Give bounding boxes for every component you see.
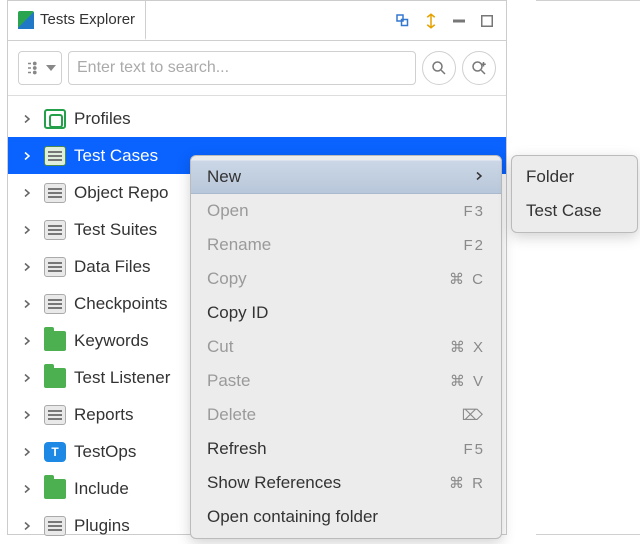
menu-label: Refresh bbox=[207, 439, 267, 459]
chevron-right-icon bbox=[18, 483, 36, 495]
tab-actions bbox=[392, 1, 506, 40]
folder-icon bbox=[44, 331, 66, 351]
menu-item-copy-id[interactable]: Copy ID bbox=[191, 296, 501, 330]
tree-label: Test Suites bbox=[74, 220, 157, 240]
chevron-right-icon bbox=[18, 187, 36, 199]
chevron-right-icon bbox=[18, 224, 36, 236]
tree-label: Reports bbox=[74, 405, 134, 425]
chevron-right-icon bbox=[18, 446, 36, 458]
menu-label: New bbox=[207, 167, 241, 187]
menu-label: Open bbox=[207, 201, 249, 221]
reports-icon bbox=[44, 405, 66, 425]
tree-label: Checkpoints bbox=[74, 294, 168, 314]
search-add-button[interactable] bbox=[462, 51, 496, 85]
search-row bbox=[8, 41, 506, 96]
caret-down-icon bbox=[46, 65, 56, 71]
menu-item-rename[interactable]: Rename F2 bbox=[191, 228, 501, 262]
tree-label: Plugins bbox=[74, 516, 130, 536]
menu-label: Test Case bbox=[526, 201, 602, 221]
tree-label: Profiles bbox=[74, 109, 131, 129]
menu-item-open[interactable]: Open F3 bbox=[191, 194, 501, 228]
tree-label: Data Files bbox=[74, 257, 151, 277]
tree-label: Test Listener bbox=[74, 368, 170, 388]
menu-label: Show References bbox=[207, 473, 341, 493]
menu-label: Copy ID bbox=[207, 303, 268, 323]
tree-label: TestOps bbox=[74, 442, 136, 462]
chevron-right-icon bbox=[18, 150, 36, 162]
search-input[interactable] bbox=[68, 51, 416, 85]
menu-item-copy[interactable]: Copy ⌘ C bbox=[191, 262, 501, 296]
test-cases-icon bbox=[44, 146, 66, 166]
minimize-icon[interactable] bbox=[448, 10, 470, 32]
chevron-right-icon bbox=[18, 261, 36, 273]
menu-shortcut: ⌘ R bbox=[449, 474, 485, 492]
submenu-item-folder[interactable]: Folder bbox=[512, 160, 637, 194]
chevron-right-icon bbox=[473, 167, 485, 187]
app-logo-icon bbox=[18, 11, 34, 29]
object-repository-icon bbox=[44, 183, 66, 203]
menu-item-refresh[interactable]: Refresh F5 bbox=[191, 432, 501, 466]
menu-label: Open containing folder bbox=[207, 507, 378, 527]
menu-item-paste[interactable]: Paste ⌘ V bbox=[191, 364, 501, 398]
context-menu: New Open F3 Rename F2 Copy ⌘ C Copy ID C… bbox=[190, 155, 502, 539]
chevron-right-icon bbox=[18, 520, 36, 532]
folder-icon bbox=[44, 368, 66, 388]
menu-item-new[interactable]: New bbox=[191, 160, 501, 194]
expand-all-icon[interactable] bbox=[392, 10, 414, 32]
tab-title: Tests Explorer bbox=[40, 11, 135, 28]
chevron-right-icon bbox=[18, 372, 36, 384]
test-suites-icon bbox=[44, 220, 66, 240]
chevron-right-icon bbox=[18, 335, 36, 347]
tree-label: Test Cases bbox=[74, 146, 158, 166]
menu-shortcut: ⌦ bbox=[462, 406, 485, 424]
menu-shortcut: F2 bbox=[463, 237, 485, 254]
menu-shortcut: F3 bbox=[463, 203, 485, 220]
filter-dropdown-button[interactable] bbox=[18, 51, 62, 85]
menu-item-delete[interactable]: Delete ⌦ bbox=[191, 398, 501, 432]
menu-label: Delete bbox=[207, 405, 256, 425]
menu-shortcut: F5 bbox=[463, 441, 485, 458]
chevron-right-icon bbox=[18, 409, 36, 421]
menu-label: Copy bbox=[207, 269, 247, 289]
chevron-right-icon bbox=[18, 298, 36, 310]
menu-shortcut: ⌘ C bbox=[449, 270, 485, 288]
context-submenu-new: Folder Test Case bbox=[511, 155, 638, 233]
data-files-icon bbox=[44, 257, 66, 277]
menu-item-cut[interactable]: Cut ⌘ X bbox=[191, 330, 501, 364]
tab-tests-explorer[interactable]: Tests Explorer bbox=[8, 1, 146, 40]
menu-shortcut: ⌘ V bbox=[450, 372, 485, 390]
menu-label: Folder bbox=[526, 167, 574, 187]
folder-icon bbox=[44, 479, 66, 499]
tree-label: Include bbox=[74, 479, 129, 499]
checkpoints-icon bbox=[44, 294, 66, 314]
tree-label: Object Repo bbox=[74, 183, 169, 203]
menu-label: Cut bbox=[207, 337, 233, 357]
tree-label: Keywords bbox=[74, 331, 149, 351]
maximize-icon[interactable] bbox=[476, 10, 498, 32]
menu-item-show-references[interactable]: Show References ⌘ R bbox=[191, 466, 501, 500]
submenu-item-test-case[interactable]: Test Case bbox=[512, 194, 637, 228]
menu-label: Rename bbox=[207, 235, 271, 255]
chevron-right-icon bbox=[18, 113, 36, 125]
menu-label: Paste bbox=[207, 371, 250, 391]
link-with-editor-icon[interactable] bbox=[420, 10, 442, 32]
menu-item-open-containing-folder[interactable]: Open containing folder bbox=[191, 500, 501, 534]
search-button[interactable] bbox=[422, 51, 456, 85]
adjacent-panel bbox=[536, 0, 640, 535]
plugins-icon bbox=[44, 516, 66, 536]
testops-icon: T bbox=[44, 442, 66, 462]
tab-bar: Tests Explorer bbox=[8, 1, 506, 41]
tree-item-profiles[interactable]: Profiles bbox=[8, 100, 506, 137]
menu-shortcut: ⌘ X bbox=[450, 338, 485, 356]
profiles-icon bbox=[44, 109, 66, 129]
